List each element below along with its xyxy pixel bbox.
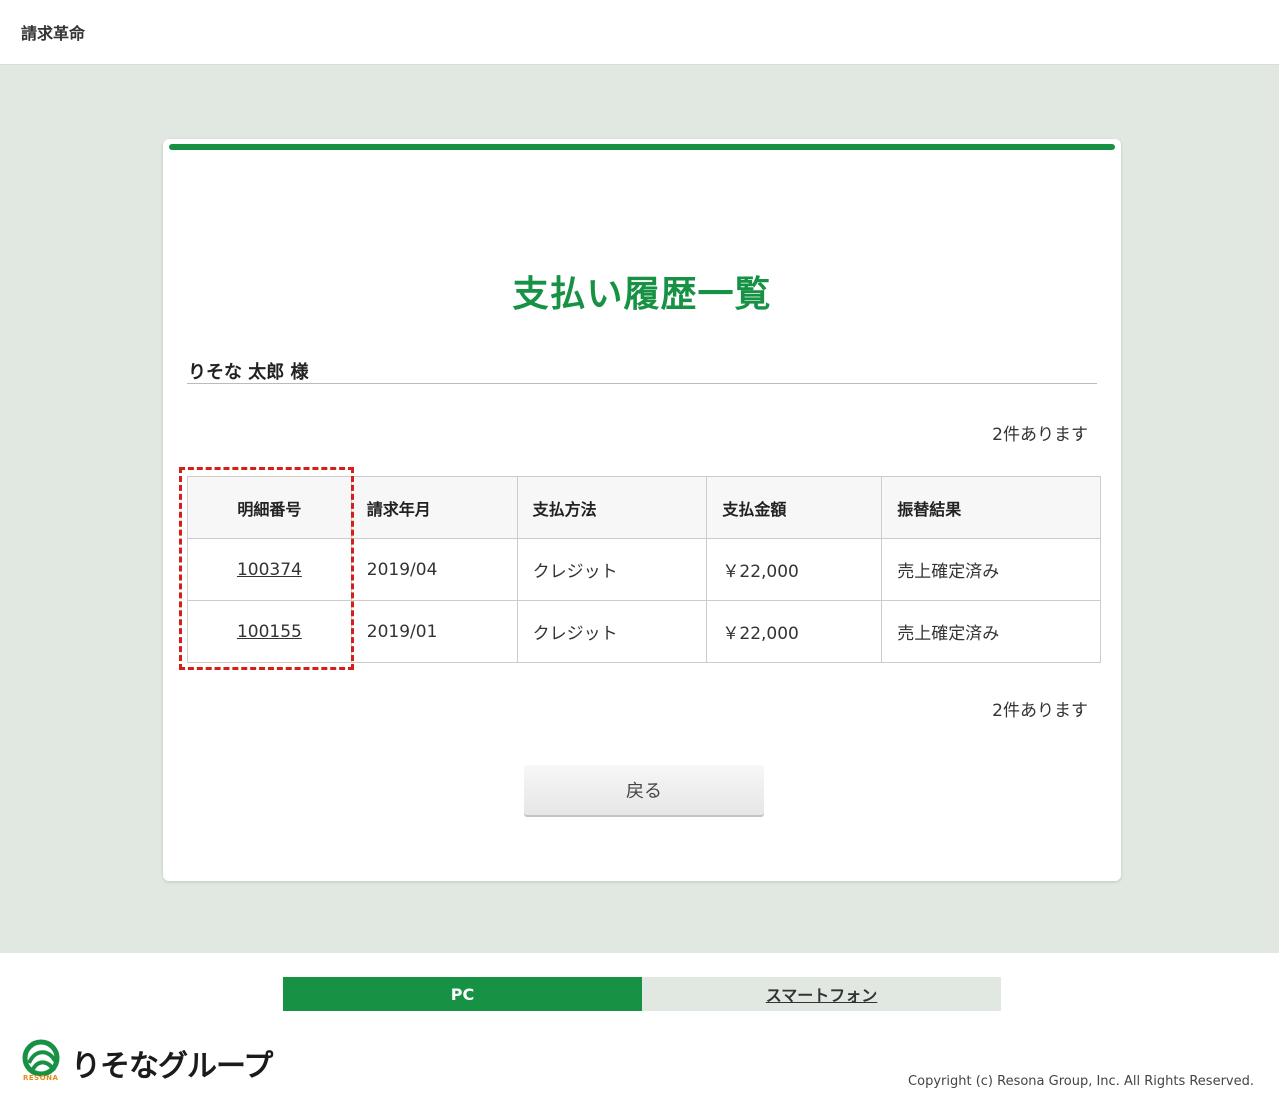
copyright: Copyright (c) Resona Group, Inc. All Rig… [908,1074,1254,1089]
back-button[interactable]: 戻る [524,765,764,815]
statement-number-link[interactable]: 100155 [237,622,302,642]
customer-name: りそな 太郎 様 [188,362,309,383]
table-row: 100374 2019/04 クレジット ￥22,000 売上確定済み [187,538,1101,601]
card-accent-bar [169,144,1115,150]
header: 請求革命 [0,0,1279,65]
resona-logo: RESONA りそなグループ [21,1039,273,1084]
payment-history-table: 明細番号 請求年月 支払方法 支払金額 振替結果 100374 2019/04 … [187,476,1101,663]
statement-number-cell: 100374 [187,538,352,601]
divider [187,383,1097,384]
transfer-result-cell: 売上確定済み [881,538,1101,601]
logo-text: りそなグループ [71,1049,273,1084]
smartphone-view-link[interactable]: スマートフォン [642,977,1001,1011]
view-switch: PC スマートフォン [283,977,1001,1011]
logo-sub-text: RESONA [23,1074,59,1082]
table-header-row: 明細番号 請求年月 支払方法 支払金額 振替結果 [187,476,1101,539]
statement-number-link[interactable]: 100374 [237,560,302,580]
column-header: 請求年月 [350,476,518,539]
app-title: 請求革命 [21,24,86,43]
billing-month-cell: 2019/04 [350,538,518,601]
result-count-top: 2件あります [992,425,1088,445]
column-header: 明細番号 [187,476,352,539]
content-card: 支払い履歴一覧 りそな 太郎 様 2件あります 明細番号 請求年月 支払方法 支… [163,139,1121,881]
payment-method-cell: クレジット [516,538,708,601]
billing-month-cell: 2019/01 [350,600,518,663]
footer: PC スマートフォン RESONA りそなグループ Copyright (c) … [0,953,1279,1102]
pc-view-tab[interactable]: PC [283,977,642,1011]
column-header: 支払金額 [706,476,883,539]
page-title: 支払い履歴一覧 [512,274,772,315]
statement-number-cell: 100155 [187,600,352,663]
payment-amount-cell: ￥22,000 [706,538,883,601]
payment-amount-cell: ￥22,000 [706,600,883,663]
resona-logo-icon: RESONA [21,1039,65,1083]
payment-method-cell: クレジット [516,600,708,663]
result-count-bottom: 2件あります [992,701,1088,721]
column-header: 振替結果 [881,476,1101,539]
table-row: 100155 2019/01 クレジット ￥22,000 売上確定済み [187,600,1101,663]
transfer-result-cell: 売上確定済み [881,600,1101,663]
column-header: 支払方法 [516,476,708,539]
